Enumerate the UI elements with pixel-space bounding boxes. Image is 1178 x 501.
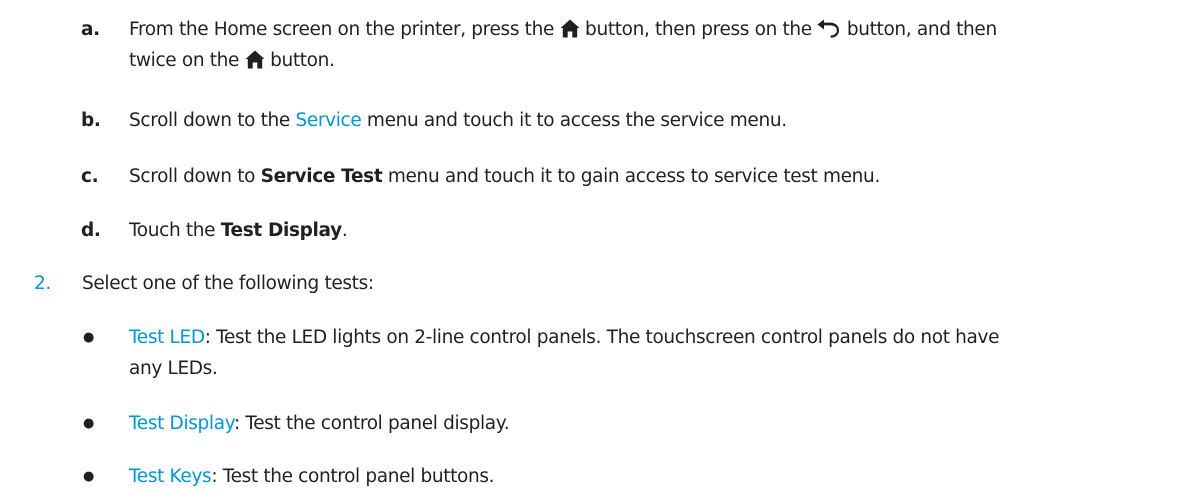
- step-d-text-2: .: [341, 220, 348, 241]
- step-a-text-4: twice on the: [129, 50, 240, 71]
- test-led-desc: : Test the LED lights on 2-line control …: [204, 327, 1000, 348]
- step-2-text: Select one of the following tests:: [82, 273, 374, 294]
- document-page: a. From the Home screen on the printer, …: [0, 0, 1178, 501]
- step-b-text-2: menu and touch it to access the service …: [366, 110, 787, 131]
- test-display-item: ● Test Display: Test the control panel d…: [0, 408, 1178, 439]
- home-icon: [245, 50, 265, 69]
- step-c-text-1: Scroll down to: [129, 166, 256, 187]
- step-a-marker: a.: [81, 19, 100, 40]
- step-b-text-1: Scroll down to the: [129, 110, 290, 131]
- step-a: a. From the Home screen on the printer, …: [0, 14, 1178, 76]
- home-icon: [560, 19, 580, 38]
- step-d: d. Touch the Test Display.: [0, 215, 1178, 246]
- step-a-text-1: From the Home screen on the printer, pre…: [129, 19, 554, 40]
- test-led-item: ● Test LED: Test the LED lights on 2-lin…: [0, 322, 1178, 384]
- step-a-line-1: From the Home screen on the printer, pre…: [129, 14, 997, 45]
- step-b-marker: b.: [81, 110, 101, 131]
- test-led-line-1: Test LED: Test the LED lights on 2-line …: [129, 322, 1000, 353]
- step-d-line: Touch the Test Display.: [129, 215, 348, 246]
- bullet-icon: ●: [83, 416, 94, 431]
- bullet-icon: ●: [83, 330, 94, 345]
- service-test-label: Service Test: [260, 166, 383, 187]
- test-display-label: Test Display: [220, 220, 342, 241]
- step-a-text-2: button, then press on the: [585, 19, 812, 40]
- step-c: c. Scroll down to Service Test menu and …: [0, 161, 1178, 192]
- step-b-line: Scroll down to the Service menu and touc…: [129, 105, 787, 136]
- step-c-marker: c.: [81, 166, 99, 187]
- step-a-text-3: button, and then: [846, 19, 997, 40]
- step-c-text-2: menu and touch it to gain access to serv…: [387, 166, 880, 187]
- service-link[interactable]: Service: [295, 110, 361, 131]
- test-keys-line: Test Keys: Test the control panel button…: [129, 461, 495, 492]
- step-2: 2. Select one of the following tests:: [0, 268, 1178, 299]
- step-d-marker: d.: [81, 220, 101, 241]
- bullet-icon: ●: [83, 469, 94, 484]
- step-c-line: Scroll down to Service Test menu and tou…: [129, 161, 880, 192]
- step-a-line-2: twice on the button.: [129, 45, 335, 76]
- test-keys-item: ● Test Keys: Test the control panel butt…: [0, 461, 1178, 492]
- test-led-link[interactable]: Test LED: [129, 327, 205, 348]
- test-keys-link[interactable]: Test Keys: [129, 466, 212, 487]
- step-b: b. Scroll down to the Service menu and t…: [0, 105, 1178, 136]
- test-display-link[interactable]: Test Display: [129, 413, 234, 434]
- test-display-desc: : Test the control panel display.: [233, 413, 510, 434]
- test-keys-desc: : Test the control panel buttons.: [211, 466, 495, 487]
- back-arrow-icon: [817, 19, 841, 38]
- step-2-marker: 2.: [34, 273, 51, 294]
- step-a-text-5: button.: [270, 50, 335, 71]
- test-display-line: Test Display: Test the control panel dis…: [129, 408, 510, 439]
- step-d-text-1: Touch the: [129, 220, 216, 241]
- test-led-desc-cont: any LEDs.: [129, 358, 218, 379]
